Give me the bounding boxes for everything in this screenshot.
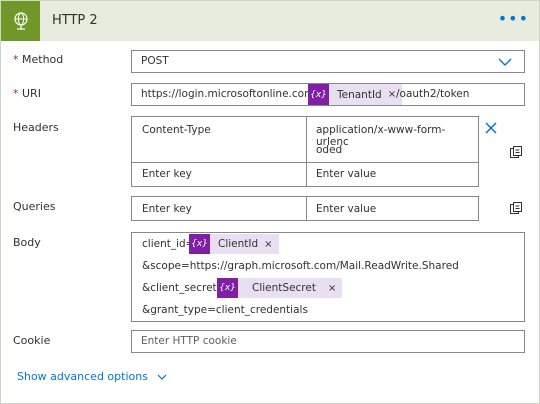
headers-label: Headers [13, 121, 59, 134]
header-key-cell[interactable]: Content-Type [142, 124, 211, 136]
clientid-token[interactable]: {x} ClientId × [189, 234, 279, 254]
card-header[interactable]: HTTP 2 ••• [1, 1, 539, 41]
body-line1-prefix: client_id= [142, 238, 195, 250]
uri-label-text: URI [22, 87, 41, 100]
body-line4: &grant_type=client_credentials [142, 304, 308, 316]
query-value-input[interactable]: Enter value [316, 203, 376, 215]
body-line3-prefix: &client_secret= [142, 282, 226, 294]
cookie-placeholder: Enter HTTP cookie [141, 335, 237, 347]
required-mark: * [13, 53, 19, 66]
header-value-input[interactable]: Enter value [316, 168, 376, 180]
chevron-down-icon [158, 374, 167, 380]
queries-table: Enter key Enter value [131, 196, 479, 221]
method-dropdown[interactable]: POST [131, 50, 525, 73]
query-key-input[interactable]: Enter key [142, 203, 192, 215]
queries-label: Queries [13, 200, 56, 213]
expression-icon: {x} [217, 278, 238, 298]
header-key-input[interactable]: Enter key [142, 168, 192, 180]
divider [306, 197, 307, 220]
headers-table: Content-Type application/x-www-form-urle… [131, 116, 479, 187]
clientsecret-token[interactable]: {x} ClientSecret × [217, 278, 343, 298]
close-icon[interactable] [484, 121, 498, 135]
method-label: * Method [13, 53, 63, 66]
method-value: POST [141, 55, 169, 67]
expression-icon: {x} [308, 84, 329, 105]
ellipsis-icon[interactable]: ••• [498, 11, 529, 27]
uri-label: * URI [13, 87, 41, 100]
method-label-text: Method [22, 53, 64, 66]
globe-icon [1, 1, 40, 41]
token-label: TenantId [337, 88, 382, 101]
uri-input[interactable]: https://login.microsoftonline.com/ {x} T… [131, 83, 525, 106]
divider [306, 117, 307, 186]
uri-suffix: /oauth2/token [396, 88, 470, 100]
cookie-label: Cookie [13, 334, 51, 347]
token-remove-button[interactable]: × [328, 283, 342, 294]
body-line2: &scope=https://graph.microsoft.com/Mail.… [142, 260, 459, 272]
http-action-card: HTTP 2 ••• * Method POST * URI https://l… [0, 0, 540, 404]
token-label: ClientSecret [252, 282, 316, 294]
body-label: Body [13, 236, 41, 249]
tenantid-token[interactable]: {x} TenantId × [308, 84, 403, 105]
token-label: ClientId [218, 238, 259, 250]
show-advanced-options-link[interactable]: Show advanced options [17, 370, 167, 383]
chevron-down-icon [498, 58, 512, 66]
advanced-label: Show advanced options [17, 370, 148, 383]
required-mark: * [13, 87, 19, 100]
copy-icon[interactable] [509, 201, 523, 215]
body-input[interactable]: client_id= {x} ClientId × &scope=https:/… [131, 232, 525, 322]
uri-prefix: https://login.microsoftonline.com/ [141, 88, 318, 100]
header-value-line2[interactable]: oded [316, 144, 342, 156]
expression-icon: {x} [189, 234, 210, 254]
card-title: HTTP 2 [52, 13, 98, 28]
cookie-input[interactable]: Enter HTTP cookie [131, 330, 525, 353]
copy-icon[interactable] [509, 145, 523, 159]
divider [132, 162, 478, 163]
token-remove-button[interactable]: × [264, 239, 278, 250]
